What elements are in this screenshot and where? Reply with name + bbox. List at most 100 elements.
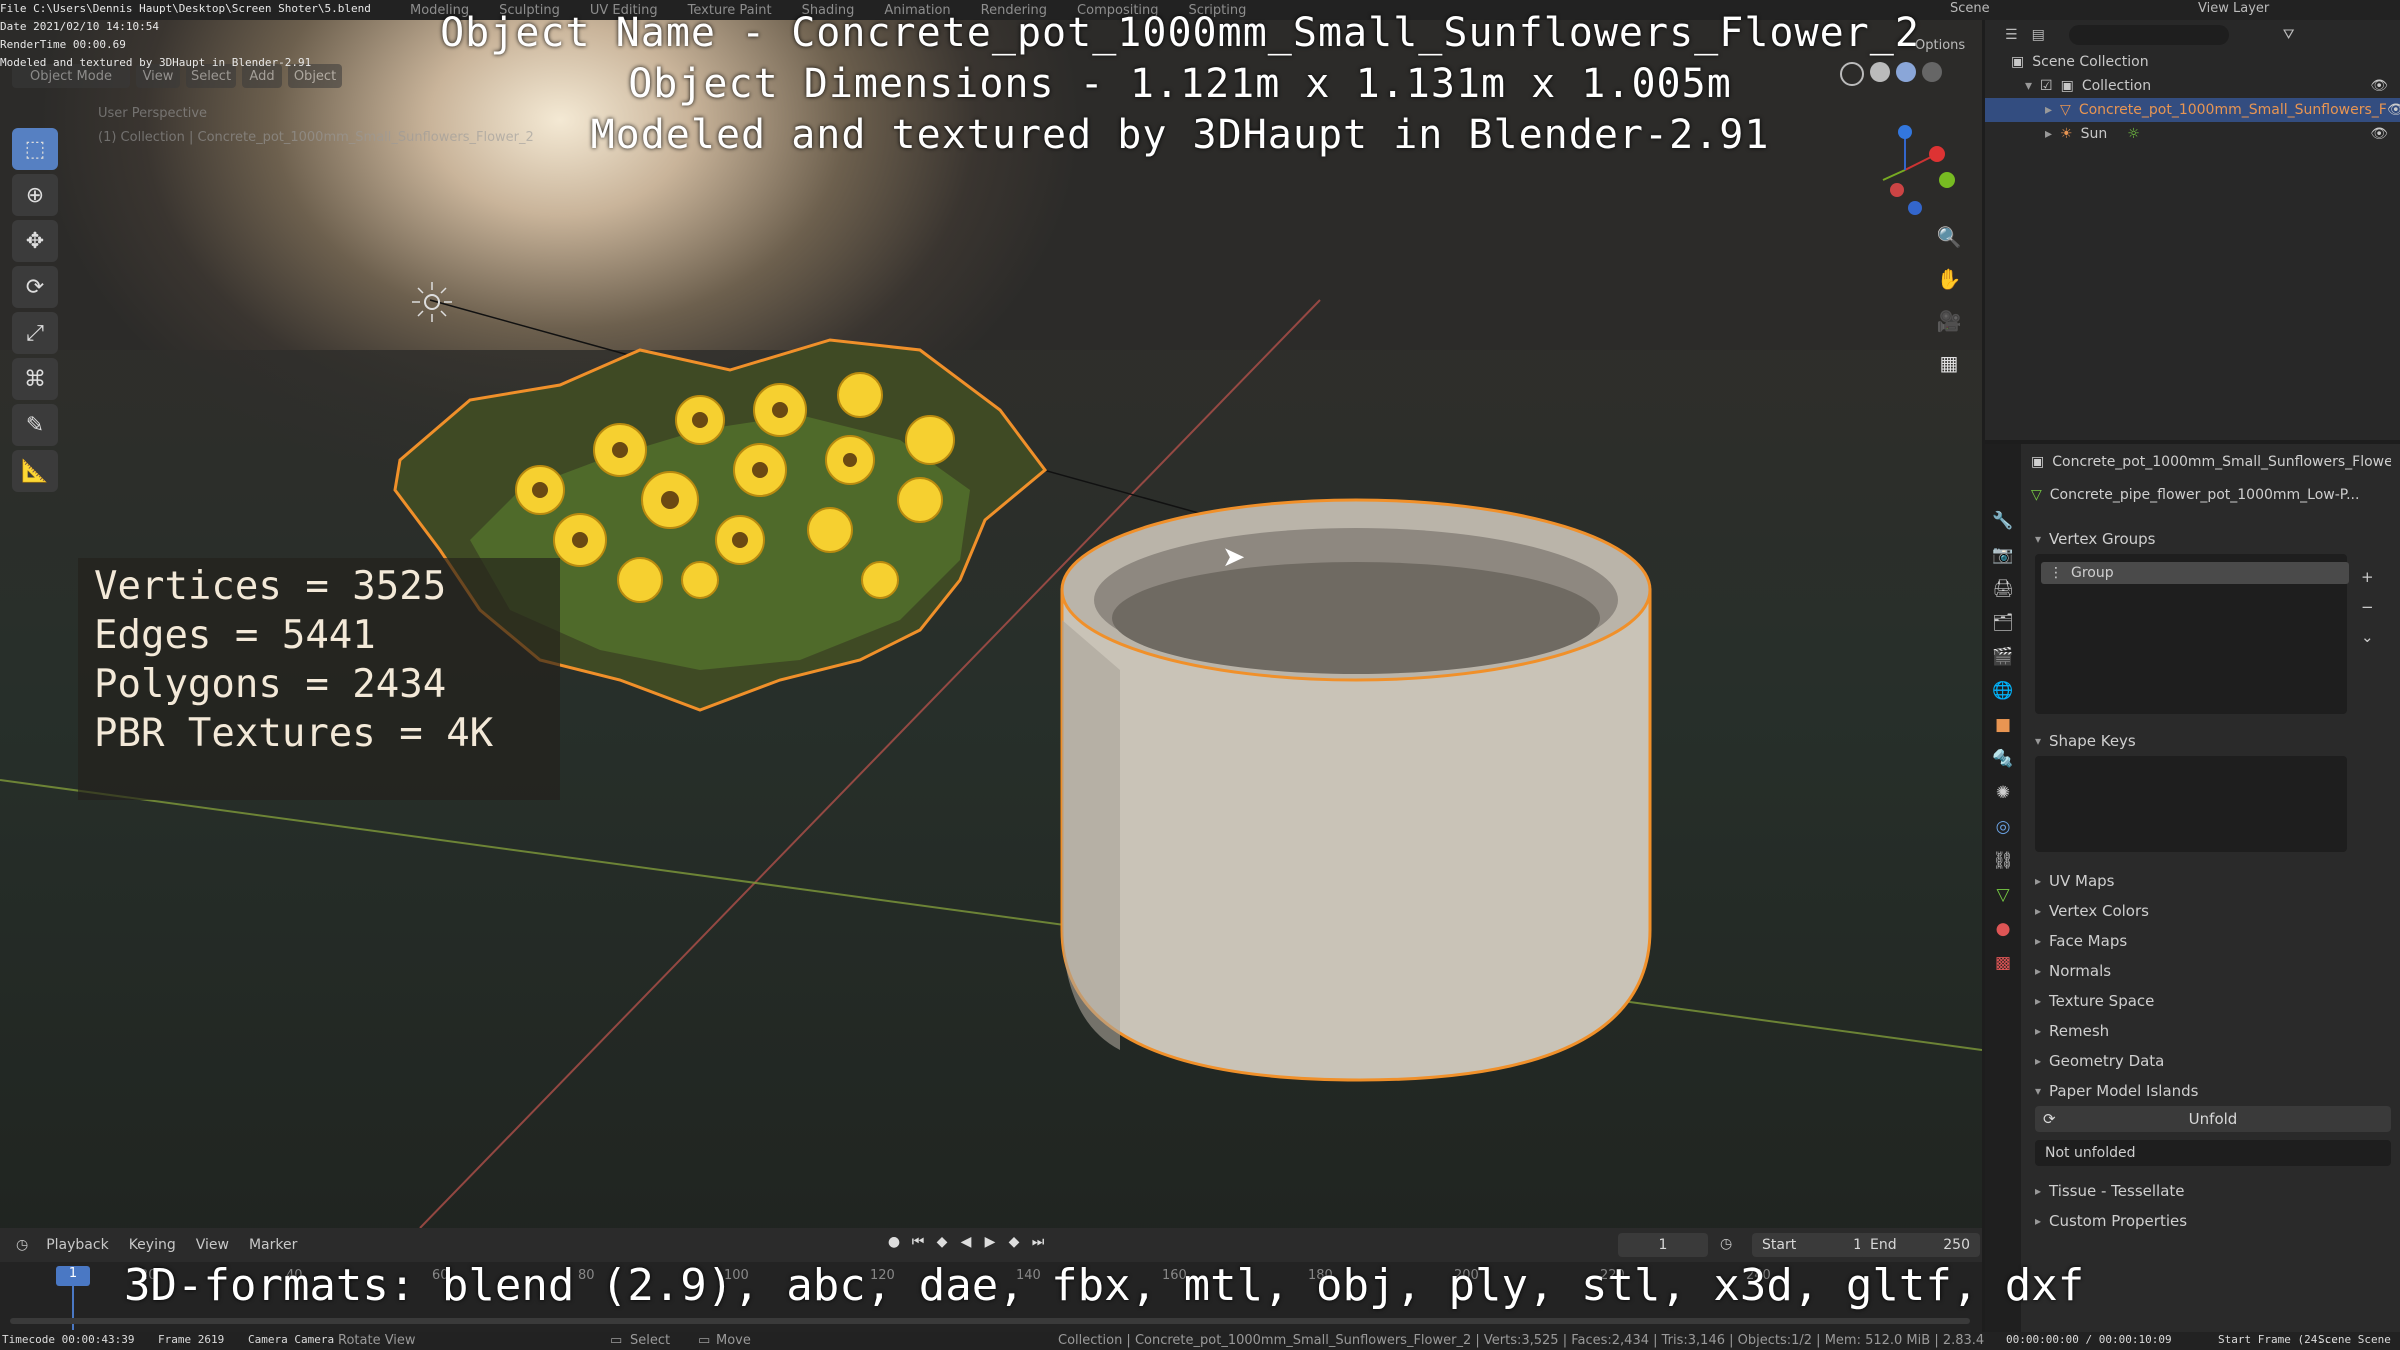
view-menu[interactable]: View: [196, 1237, 229, 1253]
custom-properties-header[interactable]: ▸ Custom Properties: [2021, 1206, 2400, 1236]
vertex-groups-header[interactable]: ▾ Vertex Groups: [2021, 524, 2400, 554]
cursor-tool-icon[interactable]: ⊕: [12, 174, 58, 216]
scale-tool-icon[interactable]: ⤢: [12, 312, 58, 354]
textures-stat: PBR Textures = 4K: [94, 711, 494, 756]
mesh-stats-overlay: Vertices = 3525 Edges = 5441 Polygons = …: [78, 558, 560, 800]
geometry-data-header[interactable]: ▸ Geometry Data: [2021, 1046, 2400, 1076]
vertex-groups-list[interactable]: ⋮ Group: [2035, 554, 2349, 714]
scene-collection-row[interactable]: ▣ Scene Collection: [1985, 50, 2400, 74]
face-maps-header[interactable]: ▸ Face Maps: [2021, 926, 2400, 956]
remesh-header[interactable]: ▸ Remesh: [2021, 1016, 2400, 1046]
checkbox-icon[interactable]: ☑: [2040, 78, 2053, 94]
outliner-panel: ☰ ▤ ⛛ ▣ Scene Collection ▾ ☑ ▣ Collectio…: [1985, 20, 2400, 440]
expand-arrow-icon[interactable]: ▸: [2045, 126, 2052, 142]
normals-label: Normals: [2049, 962, 2112, 980]
filter-icon[interactable]: ⛛: [2283, 27, 2295, 43]
clock-icon[interactable]: ◷: [1720, 1236, 1732, 1252]
play-icon[interactable]: ▶: [980, 1234, 1000, 1250]
physics-tab-icon[interactable]: ◎: [1985, 810, 2021, 844]
expand-arrow-icon[interactable]: ▸: [2045, 102, 2052, 118]
modifier-tab-icon[interactable]: 🔩: [1985, 742, 2021, 776]
keying-menu[interactable]: Keying: [129, 1237, 176, 1253]
start-frame-field[interactable]: Start 1: [1752, 1233, 1872, 1257]
select-box-tool-icon[interactable]: ⬚: [12, 128, 58, 170]
record-icon[interactable]: ●: [884, 1234, 904, 1250]
scene-statistics: Collection | Concrete_pot_1000mm_Small_S…: [1058, 1333, 1985, 1348]
material-tab-icon[interactable]: ●: [1985, 912, 2021, 946]
mesh-data-tab-icon[interactable]: ▽: [1985, 878, 2021, 912]
uv-maps-header[interactable]: ▸ UV Maps: [2021, 866, 2400, 896]
stamp-rendertime: RenderTime 00:00.69: [0, 38, 126, 51]
collection-label: Collection: [2081, 78, 2152, 94]
properties-tabs: 🔧 📷 🖨 🗂 🎬 🌐 ■ 🔩 ✺ ◎ ⛓ ▽ ● ▩: [1985, 444, 2021, 1332]
pan-hand-icon[interactable]: ✋: [1932, 267, 1966, 297]
tissue-header[interactable]: ▸ Tissue - Tessellate: [2021, 1176, 2400, 1206]
view-layer-tab-icon[interactable]: 🗂: [1985, 606, 2021, 640]
rotate-tool-icon[interactable]: ⟳: [12, 266, 58, 308]
tool-tab-icon[interactable]: 🔧: [1985, 504, 2021, 538]
light-object-icon: ☀: [2060, 126, 2073, 142]
vertex-colors-header[interactable]: ▸ Vertex Colors: [2021, 896, 2400, 926]
play-reverse-icon[interactable]: ◀: [956, 1234, 976, 1250]
end-frame-field[interactable]: End 250: [1860, 1233, 1980, 1257]
world-tab-icon[interactable]: 🌐: [1985, 674, 2021, 708]
paper-model-header[interactable]: ▾ Paper Model Islands: [2021, 1076, 2400, 1106]
marker-menu[interactable]: Marker: [249, 1237, 297, 1253]
vertex-colors-label: Vertex Colors: [2049, 902, 2149, 920]
playback-menu[interactable]: Playback: [46, 1237, 108, 1253]
editor-type-icon[interactable]: ◷: [16, 1237, 28, 1253]
shape-keys-list[interactable]: [2035, 756, 2347, 852]
time-stamp: 00:00:00:00 / 00:00:10:09: [2006, 1333, 2172, 1346]
move-tool-icon[interactable]: ✥: [12, 220, 58, 262]
remove-vertex-group-button[interactable]: −: [2361, 598, 2374, 616]
visibility-eye-icon[interactable]: 👁: [2370, 78, 2388, 94]
modeled-by-caption: Modeled and textured by 3DHaupt in Blend…: [590, 112, 1770, 158]
vertex-group-specials-icon[interactable]: ⌄: [2361, 628, 2374, 646]
outliner-item-pot[interactable]: ▸ ▽ Concrete_pot_1000mm_Small_Sunflowers…: [1985, 98, 2400, 122]
vertex-group-item[interactable]: ⋮ Group: [2041, 562, 2349, 584]
jump-start-icon[interactable]: ⏮: [908, 1234, 928, 1250]
next-keyframe-icon[interactable]: ◆: [1004, 1234, 1024, 1250]
texture-tab-icon[interactable]: ▩: [1985, 946, 2021, 980]
current-frame-field[interactable]: 1: [1618, 1233, 1708, 1257]
object-tab-icon[interactable]: ■: [1985, 708, 2021, 742]
shape-keys-header[interactable]: ▾ Shape Keys: [2021, 726, 2400, 756]
scene-tab-icon[interactable]: 🎬: [1985, 640, 2021, 674]
unfold-button[interactable]: ⟳ Unfold: [2035, 1106, 2391, 1132]
ortho-grid-icon[interactable]: ▦: [1932, 351, 1966, 381]
zoom-icon[interactable]: 🔍: [1932, 225, 1966, 255]
tissue-label: Tissue - Tessellate: [2049, 1182, 2185, 1200]
sun-object-label: Sun: [2080, 126, 2108, 142]
visibility-eye-icon[interactable]: 👁: [2370, 126, 2388, 142]
display-mode-icon[interactable]: ▤: [2032, 27, 2045, 43]
visibility-eye-icon[interactable]: 👁: [2387, 102, 2400, 118]
annotate-tool-icon[interactable]: ✎: [12, 404, 58, 446]
render-tab-icon[interactable]: 📷: [1985, 538, 2021, 572]
prev-keyframe-icon[interactable]: ◆: [932, 1234, 952, 1250]
camera-view-icon[interactable]: 🎥: [1932, 309, 1966, 339]
add-vertex-group-button[interactable]: +: [2361, 568, 2374, 586]
editor-type-icon[interactable]: ☰: [2005, 27, 2018, 43]
mouse-middle-icon: ▭: [698, 1333, 711, 1348]
concrete-pot-object: [1060, 498, 1652, 1082]
timeline-scrollbar[interactable]: [10, 1318, 1970, 1324]
constraints-tab-icon[interactable]: ⛓: [1985, 844, 2021, 878]
unfold-label: Unfold: [2188, 1110, 2238, 1128]
refresh-icon[interactable]: ⟳: [2043, 1110, 2056, 1128]
mesh-selector[interactable]: ▽ Concrete_pipe_flower_pot_1000mm_Low-P.…: [2031, 482, 2391, 508]
collection-row[interactable]: ▾ ☑ ▣ Collection 👁: [1985, 74, 2400, 98]
sun-data-icon: ☼: [2127, 126, 2140, 142]
measure-tool-icon[interactable]: 📐: [12, 450, 58, 492]
mesh-name-field[interactable]: Concrete_pipe_flower_pot_1000mm_Low-P...: [2050, 487, 2360, 503]
output-tab-icon[interactable]: 🖨: [1985, 572, 2021, 606]
texture-space-header[interactable]: ▸ Texture Space: [2021, 986, 2400, 1016]
transform-tool-icon[interactable]: ⌘: [12, 358, 58, 400]
jump-end-icon[interactable]: ⏭: [1028, 1234, 1048, 1250]
particles-tab-icon[interactable]: ✺: [1985, 776, 2021, 810]
outliner-search-input[interactable]: [2068, 25, 2229, 45]
normals-header[interactable]: ▸ Normals: [2021, 956, 2400, 986]
view-layer-label[interactable]: View Layer: [2198, 1, 2269, 16]
expand-arrow-icon[interactable]: ▾: [2025, 78, 2032, 94]
outliner-item-sun[interactable]: ▸ ☀ Sun ☼ 👁: [1985, 122, 2400, 146]
